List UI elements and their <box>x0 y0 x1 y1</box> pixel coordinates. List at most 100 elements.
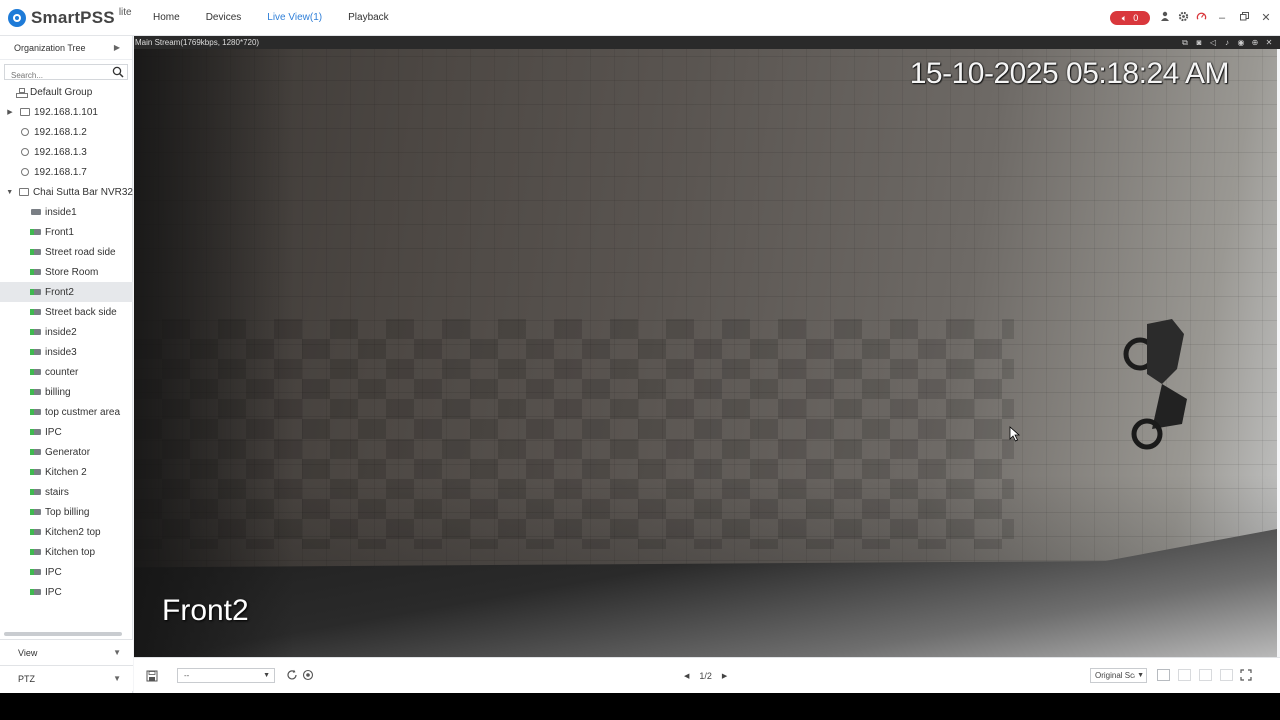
dropdown-arrow-icon: ▼ <box>263 672 270 679</box>
tree-item-label: Front1 <box>45 226 74 238</box>
chevron-down-icon[interactable]: ▼ <box>113 666 121 692</box>
scale-select[interactable]: Original Sca ▼ <box>1090 668 1147 683</box>
sidebar-scrollbar[interactable] <box>4 632 122 636</box>
custom-layout-icon[interactable] <box>1199 669 1212 681</box>
tree-item-label: Chai Sutta Bar NVR32 <box>32 186 133 198</box>
tree-channel[interactable]: top custmer area <box>0 402 133 422</box>
live-video-window[interactable]: 15-10-2025 05:18:24 AM Front2 <box>134 49 1277 657</box>
camera-icon <box>30 287 42 297</box>
edit-layout-icon[interactable] <box>1220 669 1233 681</box>
title-bar: SmartPSS lite Home Devices Live View(1) Pla… <box>0 0 1280 36</box>
tree-channel[interactable]: billing <box>0 382 133 402</box>
nav-live-view-1[interactable]: Live View(1) <box>254 0 335 36</box>
stream-switch-icon[interactable]: ⧉ <box>1180 38 1190 48</box>
window-pager: ◀ 1/2 ▶ <box>684 669 727 682</box>
talk-icon[interactable]: ♪ <box>1222 38 1232 48</box>
tree-channel[interactable]: Street road side <box>0 242 133 262</box>
tree-item-label: counter <box>45 366 79 378</box>
tree-channel[interactable]: counter <box>0 362 133 382</box>
video-frame-shadow <box>134 49 294 657</box>
grid-layout-icon[interactable] <box>1157 669 1170 681</box>
camera-icon <box>30 407 42 417</box>
tree-channel[interactable]: Front1 <box>0 222 133 242</box>
camera-icon <box>30 587 42 597</box>
view-panel-header[interactable]: View ▼ <box>0 639 133 665</box>
gear-icon[interactable] <box>1176 11 1190 25</box>
record-icon[interactable]: ◉ <box>1236 38 1246 48</box>
chevron-right-icon[interactable]: ▶ <box>114 36 120 60</box>
alarm-button[interactable]: 🔈︎ 0 <box>1110 11 1150 25</box>
tree-channel[interactable]: Kitchen 2 <box>0 462 133 482</box>
tree-device[interactable]: ▼ Chai Sutta Bar NVR32 <box>0 182 133 202</box>
tree-channel[interactable]: inside3 <box>0 342 133 362</box>
tree-device[interactable]: 192.168.1.7 <box>0 162 133 182</box>
tree-channel[interactable]: Store Room <box>0 262 133 282</box>
tree-item-label: inside3 <box>45 346 77 358</box>
snapshot-icon[interactable]: ◙ <box>1194 38 1204 48</box>
fullscreen-icon[interactable] <box>1240 669 1252 681</box>
grid-16-layout-icon[interactable] <box>1178 669 1191 681</box>
tree-item-label: Kitchen top <box>45 546 96 558</box>
zoom-icon[interactable]: ⊕ <box>1250 38 1260 48</box>
tree-item-label: Kitchen2 top <box>45 526 101 538</box>
tree-device[interactable]: 192.168.1.3 <box>0 142 133 162</box>
tree-item-label: stairs <box>45 486 69 498</box>
audio-icon[interactable]: ◁ <box>1208 38 1218 48</box>
tree-item-label: Kitchen 2 <box>45 466 87 478</box>
tree-device[interactable]: ▶ 192.168.1.101 <box>0 102 133 122</box>
tree-item-label: Street road side <box>45 246 116 258</box>
osd-timestamp: 15-10-2025 05:18:24 AM <box>909 57 1230 90</box>
tree-channel[interactable]: Kitchen top <box>0 542 133 562</box>
minimize-button[interactable]: – <box>1214 11 1230 25</box>
next-page-button[interactable]: ▶ <box>722 672 727 680</box>
tree-channel[interactable]: Top billing <box>0 502 133 522</box>
performance-icon[interactable] <box>1194 11 1208 25</box>
tree-channel[interactable]: IPC <box>0 562 133 582</box>
close-icon[interactable]: ✕ <box>1264 38 1274 48</box>
tree-item-label: Store Room <box>45 266 99 278</box>
restore-button[interactable] <box>1236 11 1252 25</box>
tree-channel[interactable]: Front2 <box>0 282 133 302</box>
search-input[interactable] <box>5 68 127 83</box>
preset-value: -- <box>184 671 190 680</box>
tree-channel[interactable]: stairs <box>0 482 133 502</box>
organization-tree-header[interactable]: Organization Tree ▶ <box>0 36 132 60</box>
tree-group[interactable]: Default Group <box>0 82 133 102</box>
video-info-bar: Main Stream(1769kbps, 1280*720) ⧉ ◙ ◁ ♪ … <box>134 36 1280 49</box>
tree-channel[interactable]: inside1 <box>0 202 133 222</box>
tree-channel[interactable]: Street back side <box>0 302 133 322</box>
sequence-icon[interactable] <box>302 669 314 681</box>
tree-item-label: IPC <box>45 586 62 598</box>
expand-icon[interactable]: ▶ <box>5 108 15 116</box>
group-icon <box>15 87 28 98</box>
previous-page-button[interactable]: ◀ <box>684 672 689 680</box>
nav-devices[interactable]: Devices <box>193 0 255 36</box>
camera-icon <box>30 507 42 517</box>
tree-channel[interactable]: IPC <box>0 582 133 602</box>
view-label: View <box>18 648 38 658</box>
tree-item-label: 192.168.1.2 <box>34 126 87 138</box>
chevron-down-icon[interactable]: ▼ <box>113 640 121 666</box>
collapse-icon[interactable]: ▼ <box>5 189 15 196</box>
tree-channel[interactable]: Kitchen2 top <box>0 522 133 542</box>
save-view-icon[interactable] <box>146 670 158 682</box>
preset-select[interactable]: -- ▼ <box>177 668 275 683</box>
user-icon[interactable] <box>1158 11 1172 25</box>
close-button[interactable]: ✕ <box>1258 11 1274 25</box>
osd-channel-name: Front2 <box>162 594 249 627</box>
tree-channel[interactable]: inside2 <box>0 322 133 342</box>
search-icon[interactable] <box>112 66 124 78</box>
tree-device[interactable]: 192.168.1.2 <box>0 122 133 142</box>
speaker-icon: 🔈︎ <box>1121 12 1128 23</box>
nav-home[interactable]: Home <box>140 0 193 36</box>
camera-icon <box>30 267 42 277</box>
refresh-icon[interactable] <box>286 669 298 681</box>
app-logo: SmartPSS lite <box>8 7 132 28</box>
tree-channel[interactable]: IPC <box>0 422 133 442</box>
tree-channel[interactable]: Generator <box>0 442 133 462</box>
tree-item-label: billing <box>45 386 71 398</box>
nav-playback[interactable]: Playback <box>335 0 402 36</box>
ptz-panel-header[interactable]: PTZ ▼ <box>0 665 133 691</box>
camera-icon <box>30 347 42 357</box>
camera-icon <box>30 387 42 397</box>
